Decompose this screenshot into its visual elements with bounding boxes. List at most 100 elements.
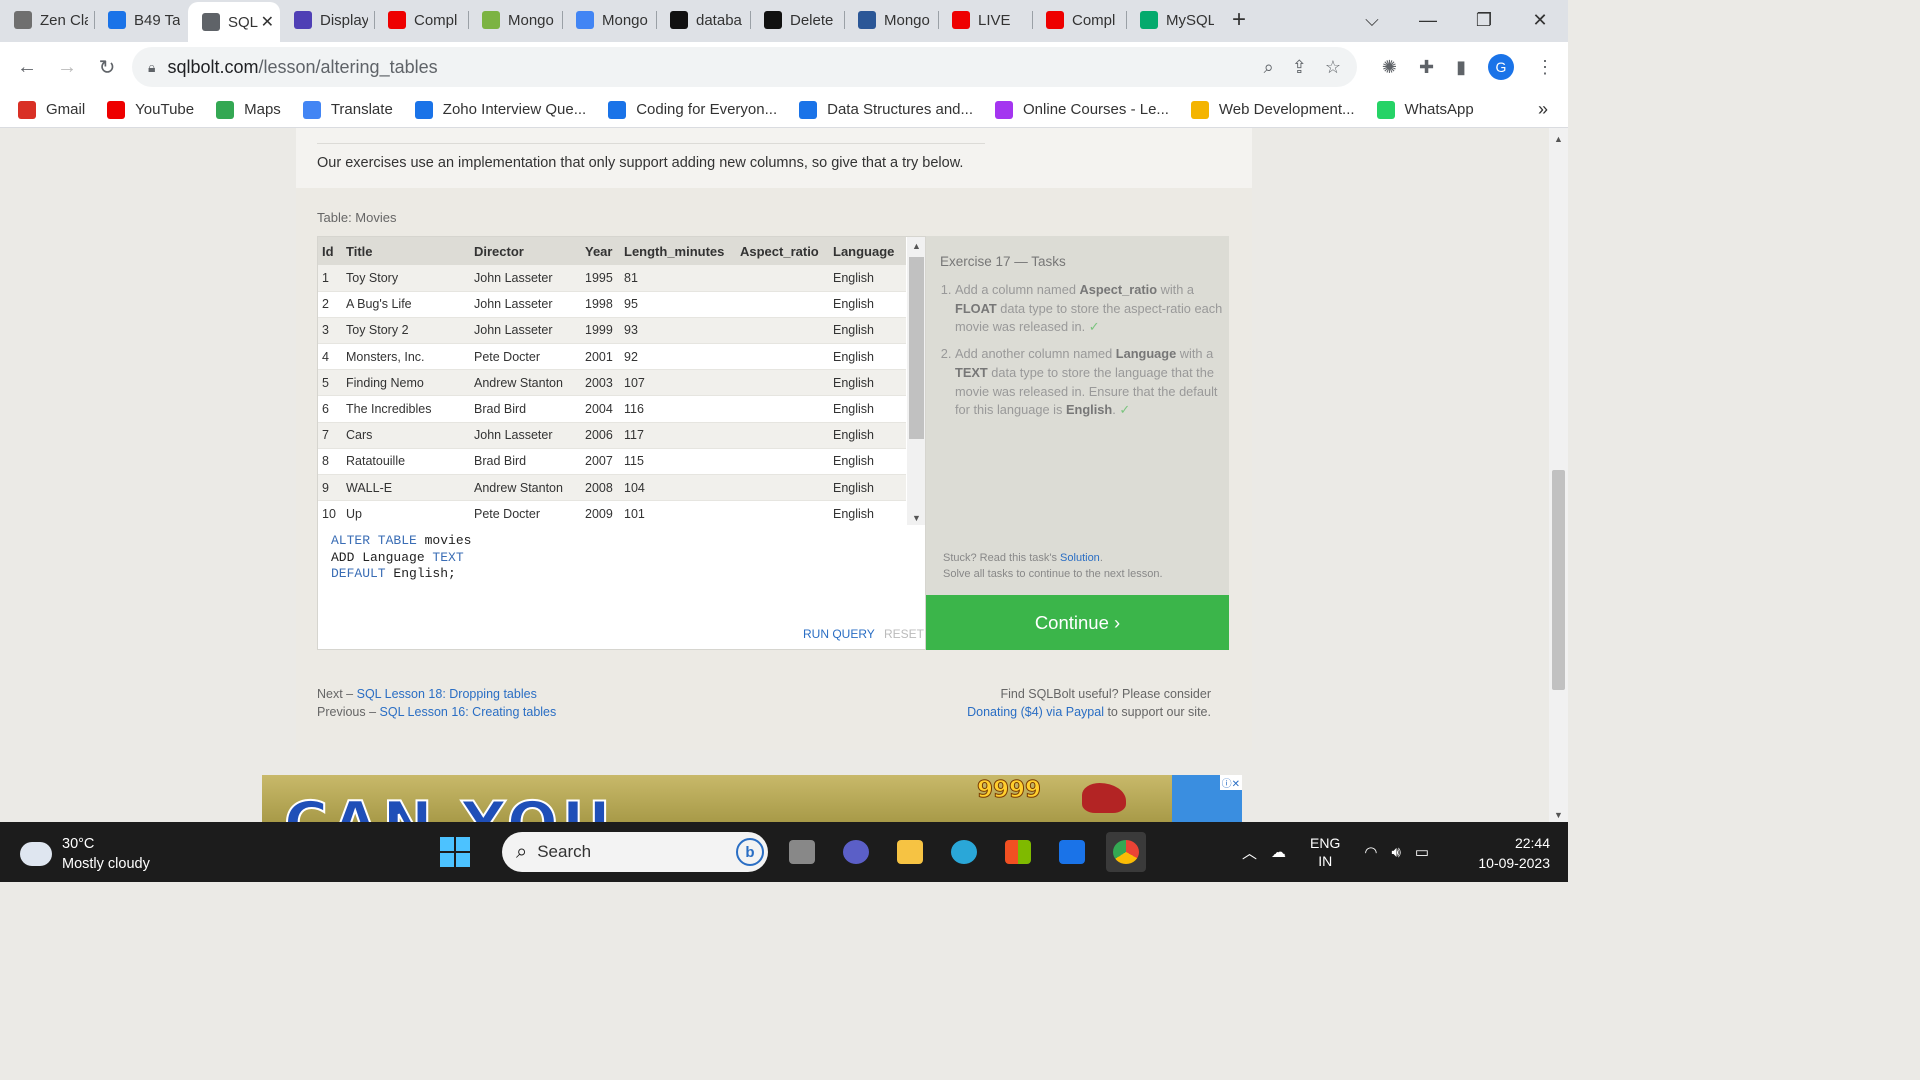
bookmark-item[interactable]: Web Development... bbox=[1190, 100, 1355, 119]
browser-tab[interactable]: Delete bbox=[750, 2, 844, 38]
browser-tab[interactable]: LIVE bbox=[938, 2, 1032, 38]
myhp-icon[interactable] bbox=[1052, 832, 1092, 872]
address-bar[interactable]: 🔒︎ sqlbolt.com/lesson/altering_tables ⌕ … bbox=[132, 47, 1357, 87]
lock-icon[interactable]: 🔒︎ bbox=[148, 59, 155, 76]
tab-title: B49 Ta bbox=[134, 11, 181, 29]
kebab-menu-icon[interactable]: ⋮ bbox=[1536, 57, 1554, 78]
results-table-container[interactable]: Id Title Director Year Length_minutes Aspect_… bbox=[317, 236, 926, 526]
bookmark-item[interactable]: Zoho Interview Que... bbox=[414, 100, 586, 119]
wifi-icon[interactable]: ◠ bbox=[1364, 843, 1377, 861]
bookmarks-bar: Gmail YouTube Maps Translate Zoho Interview … bbox=[0, 92, 1568, 128]
movies-table: Id Title Director Year Length_minutes Aspect_… bbox=[318, 237, 906, 525]
browser-tab[interactable]: SQL ✕ bbox=[188, 2, 280, 42]
table-cell: English bbox=[829, 369, 906, 397]
ad-close-icon[interactable]: ⓘ✕ bbox=[1219, 775, 1242, 790]
bookmark-item[interactable]: Online Courses - Le... bbox=[995, 100, 1169, 119]
bookmark-item[interactable]: Maps bbox=[216, 100, 281, 119]
table-cell: 6 bbox=[318, 395, 342, 423]
table-scroll-thumb[interactable] bbox=[909, 257, 924, 439]
restore-button[interactable]: ❐ bbox=[1456, 10, 1512, 31]
leaf-icon bbox=[482, 11, 500, 29]
scroll-up-arrow-icon[interactable]: ▲ bbox=[907, 241, 925, 251]
advertisement-banner[interactable]: CAN YOU 9999 ⓘ✕ bbox=[262, 775, 1242, 822]
hash-icon bbox=[858, 11, 876, 29]
table-cell: 92 bbox=[620, 343, 736, 371]
bookmark-item[interactable]: Translate bbox=[302, 100, 393, 119]
reset-button[interactable]: RESET bbox=[884, 627, 924, 641]
browser-tab[interactable]: Compl bbox=[1032, 2, 1126, 38]
bookmark-item[interactable]: Data Structures and... bbox=[799, 100, 974, 119]
run-query-button[interactable]: RUN QUERY bbox=[803, 627, 875, 641]
taskbar-search[interactable]: ⌕ Search b bbox=[502, 832, 768, 872]
browser-tab[interactable]: Zen Cla bbox=[0, 2, 94, 38]
query-code[interactable]: ALTER TABLE movies ADD Language TEXT DEF… bbox=[331, 533, 471, 583]
browser-tab[interactable]: Compl bbox=[374, 2, 468, 38]
page-scroll-thumb[interactable] bbox=[1552, 470, 1565, 690]
browser-tab[interactable]: MySQL bbox=[1126, 2, 1220, 38]
bookmark-item[interactable]: Gmail bbox=[18, 100, 85, 119]
browser-tab[interactable]: Mongo bbox=[468, 2, 562, 38]
volume-icon[interactable]: 🔊︎ bbox=[1391, 844, 1400, 861]
microsoft-store-icon[interactable] bbox=[998, 832, 1038, 872]
tab-title: Zen Cla bbox=[40, 11, 88, 29]
chrome-icon[interactable] bbox=[1106, 832, 1146, 872]
bookmark-item[interactable]: YouTube bbox=[107, 100, 194, 119]
scroll-down-arrow-icon[interactable]: ▼ bbox=[907, 513, 925, 523]
table-cell bbox=[736, 343, 829, 371]
windows-start-icon[interactable] bbox=[440, 837, 470, 867]
edge-browser-icon[interactable] bbox=[944, 832, 984, 872]
next-lesson-link[interactable]: SQL Lesson 18: Dropping tables bbox=[357, 687, 537, 701]
new-tab-button[interactable]: + bbox=[1232, 6, 1246, 34]
task-view-icon[interactable] bbox=[782, 832, 822, 872]
weather-widget[interactable]: 30°C Mostly cloudy bbox=[17, 834, 150, 874]
side-panel-icon[interactable]: ▮ bbox=[1456, 57, 1466, 78]
tray-chevron-up-icon[interactable]: ︿ bbox=[1242, 842, 1257, 863]
page-scrollbar[interactable]: ▲ ▼ bbox=[1549, 128, 1568, 822]
bookmark-label: Translate bbox=[330, 101, 393, 118]
bookmark-item[interactable]: WhatsApp bbox=[1376, 100, 1474, 119]
bing-icon[interactable]: b bbox=[736, 838, 764, 866]
reload-icon[interactable]: ↻ bbox=[88, 55, 126, 80]
table-cell: English bbox=[829, 317, 906, 345]
table-scrollbar[interactable]: ▲ ▼ bbox=[907, 237, 925, 525]
close-window-button[interactable]: ✕ bbox=[1512, 10, 1568, 31]
bookmarks-overflow-icon[interactable]: » bbox=[1538, 99, 1548, 120]
solution-link[interactable]: Solution bbox=[1060, 552, 1100, 564]
teams-chat-icon[interactable] bbox=[836, 832, 876, 872]
query-editor[interactable]: ALTER TABLE movies ADD Language TEXT DEF… bbox=[317, 525, 926, 650]
solve-all-text: Solve all tasks to continue to the next … bbox=[943, 568, 1163, 580]
browser-tab[interactable]: Mongo bbox=[844, 2, 938, 38]
battery-icon[interactable]: ▭ bbox=[1415, 843, 1429, 861]
system-clock[interactable]: 22:44 10-09-2023 bbox=[1478, 833, 1550, 873]
profile-avatar[interactable]: G bbox=[1488, 54, 1514, 80]
onedrive-icon[interactable]: ☁ bbox=[1271, 843, 1286, 861]
browser-tab[interactable]: Mongo bbox=[562, 2, 656, 38]
c-icon bbox=[608, 100, 627, 119]
zoom-icon[interactable]: ⌕ bbox=[1264, 57, 1274, 78]
browser-tab[interactable]: databa bbox=[656, 2, 750, 38]
continue-button[interactable]: Continue › bbox=[926, 595, 1229, 650]
table-cell: John Lasseter bbox=[470, 291, 581, 318]
bookmark-label: Data Structures and... bbox=[827, 101, 974, 118]
youtube-icon bbox=[1046, 11, 1064, 29]
file-explorer-icon[interactable] bbox=[890, 832, 930, 872]
previous-lesson-link[interactable]: SQL Lesson 16: Creating tables bbox=[380, 705, 557, 719]
extensions-puzzle-icon[interactable]: ✚ bbox=[1419, 57, 1434, 78]
share-icon[interactable]: ⇪ bbox=[1292, 57, 1307, 78]
language-indicator[interactable]: ENG IN bbox=[1310, 834, 1340, 870]
bookmark-label: Maps bbox=[244, 101, 281, 118]
donate-link[interactable]: Donating ($4) via Paypal bbox=[967, 705, 1104, 719]
browser-tab[interactable]: B49 Ta bbox=[94, 2, 188, 38]
tab-search-chevron-icon[interactable]: ⌵ bbox=[1344, 10, 1400, 31]
tab-title: Mongo bbox=[508, 11, 554, 29]
minimize-button[interactable]: — bbox=[1400, 10, 1456, 31]
scroll-up-arrow-icon[interactable]: ▲ bbox=[1549, 134, 1568, 144]
close-tab-icon[interactable]: ✕ bbox=[261, 12, 274, 32]
browser-tab[interactable]: Display bbox=[280, 2, 374, 38]
extension-bug-icon[interactable]: ✺ bbox=[1382, 57, 1397, 78]
forward-arrow-icon[interactable]: → bbox=[48, 56, 86, 79]
bookmark-item[interactable]: Coding for Everyon... bbox=[608, 100, 777, 119]
scroll-down-arrow-icon[interactable]: ▼ bbox=[1549, 810, 1568, 820]
back-arrow-icon[interactable]: ← bbox=[8, 56, 46, 79]
bookmark-star-icon[interactable]: ☆ bbox=[1325, 57, 1341, 78]
